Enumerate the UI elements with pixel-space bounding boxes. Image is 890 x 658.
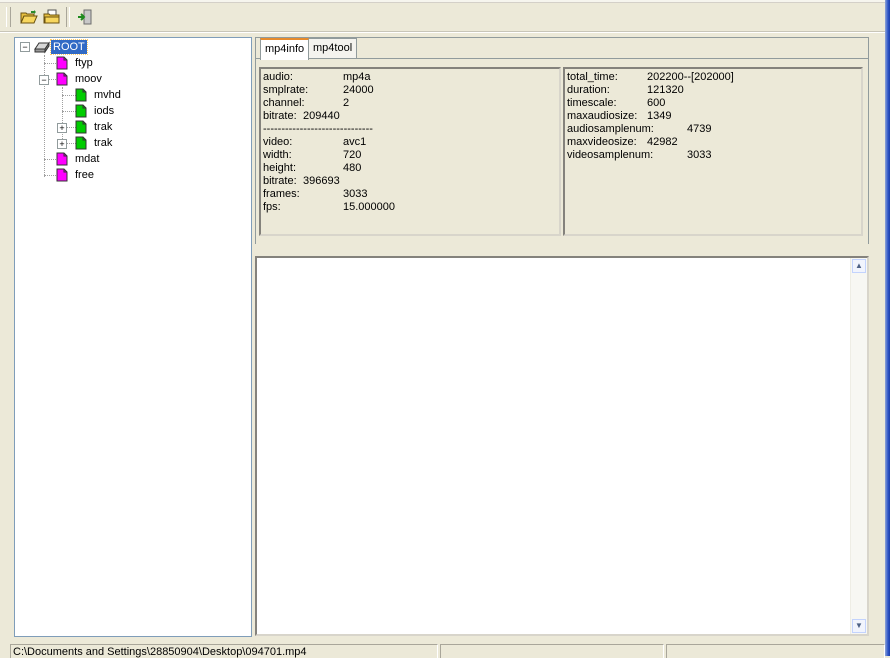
tree-node-label: ROOT [50,39,88,55]
info-value: 24000 [343,84,374,96]
tab-panel-mp4info: audio: mp4a smplrate: 24000 channel: 2 bitrate… [256,58,868,244]
open-folder-icon [19,10,38,24]
tree-node-moov[interactable]: moov [55,71,104,87]
tree-node-iods[interactable]: iods [74,103,116,119]
info-value: avc1 [343,136,367,148]
green-atom-icon [75,120,87,134]
tree-node-trak[interactable]: trak [74,135,114,151]
toolbar-separator [66,7,70,27]
tree-node-label: ftyp [75,57,93,69]
info-value: 42982 [647,136,678,148]
tree-node-label: mvhd [94,89,121,101]
info-key: duration: [567,84,610,96]
info-key: smplrate: [263,84,309,96]
info-value: 396693 [303,175,340,187]
output-vertical-scrollbar[interactable]: ▲ ▼ [850,258,867,634]
info-key: frames: [263,188,300,200]
tree-node-label: moov [75,73,102,85]
scroll-up-button[interactable]: ▲ [852,259,866,273]
toolbar [6,5,96,29]
toolbar-divider [0,31,885,33]
magenta-atom-icon [56,56,68,70]
collapse-moov-toggle[interactable]: − [39,75,49,85]
drive-icon [34,41,50,54]
tree-node-mdat[interactable]: mdat [55,151,101,167]
timing-info-box: total_time: 202200--[202000] duration: 1213… [563,67,863,236]
info-key: height: [263,162,297,174]
green-atom-icon [75,136,87,150]
info-tab-control: mp4info mp4tool audio: mp4a smplrate: 24000… [255,37,869,244]
magenta-atom-icon [56,168,68,182]
info-key: bitrate: [263,110,297,122]
info-value: 121320 [647,84,684,96]
open-file-button[interactable] [17,6,40,28]
exit-icon [77,9,91,25]
window-top-edge [0,0,890,3]
info-key: videosamplenum: [567,149,654,161]
info-key: audiosamplenum: [567,123,654,135]
info-value: 15.000000 [343,201,395,213]
info-value: 202200--[202000] [647,71,734,83]
collapse-root-toggle[interactable]: − [20,42,30,52]
info-key: fps: [263,201,281,213]
info-value: 480 [343,162,362,174]
info-value: 209440 [303,110,340,122]
tree-node-ftyp[interactable]: ftyp [55,55,95,71]
info-key: maxvideosize: [567,136,637,148]
tree-node-trak[interactable]: trak [74,119,114,135]
expand-trak-toggle[interactable]: + [57,123,67,133]
window-right-border [885,0,890,656]
tree-node-root[interactable]: ROOT [33,39,88,55]
info-key: audio: [263,71,293,83]
magenta-atom-icon [56,152,68,166]
magenta-atom-icon [56,72,68,86]
info-key: bitrate: [263,175,297,187]
tree-node-free[interactable]: free [55,167,96,183]
output-text-area[interactable]: ▲ ▼ [255,256,869,636]
tree-node-label: mdat [75,153,100,165]
info-key: total_time: [567,71,618,83]
info-key: width: [263,149,292,161]
info-value: 3033 [343,188,368,200]
green-atom-icon [75,104,87,118]
batch-open-button[interactable] [40,6,63,28]
media-info-box: audio: mp4a smplrate: 24000 channel: 2 bitrate… [259,67,561,236]
tab-mp4tool[interactable]: mp4tool [308,38,358,58]
exit-button[interactable] [73,6,96,28]
info-value: 4739 [687,123,712,135]
info-value: 720 [343,149,362,161]
info-value: 2 [343,97,350,109]
info-value: 3033 [687,149,712,161]
info-key: video: [263,136,293,148]
toolbar-grip[interactable] [6,7,11,27]
tab-mp4info[interactable]: mp4info [260,38,310,60]
atom-tree-view[interactable]: − ROOT ftyp − moov mvhd iods + trak + tr… [14,37,252,637]
tree-node-mvhd[interactable]: mvhd [74,87,123,103]
info-key: channel: [263,97,305,109]
info-key: ------------------------------ [263,123,373,135]
expand-trak-toggle[interactable]: + [57,139,67,149]
status-bar: C:\Documents and Settings\28850904\Deskt… [0,642,885,658]
batch-open-icon [43,9,59,24]
tree-node-label: trak [94,137,113,149]
scroll-down-button[interactable]: ▼ [852,619,866,633]
info-key: timescale: [567,97,617,109]
tree-node-label: iods [94,105,115,117]
info-value: mp4a [343,71,371,83]
info-key: maxaudiosize: [567,110,638,122]
info-value: 600 [647,97,666,109]
green-atom-icon [75,88,87,102]
info-value: 1349 [647,110,672,122]
tree-node-label: free [75,169,94,181]
tree-node-label: trak [94,121,113,133]
